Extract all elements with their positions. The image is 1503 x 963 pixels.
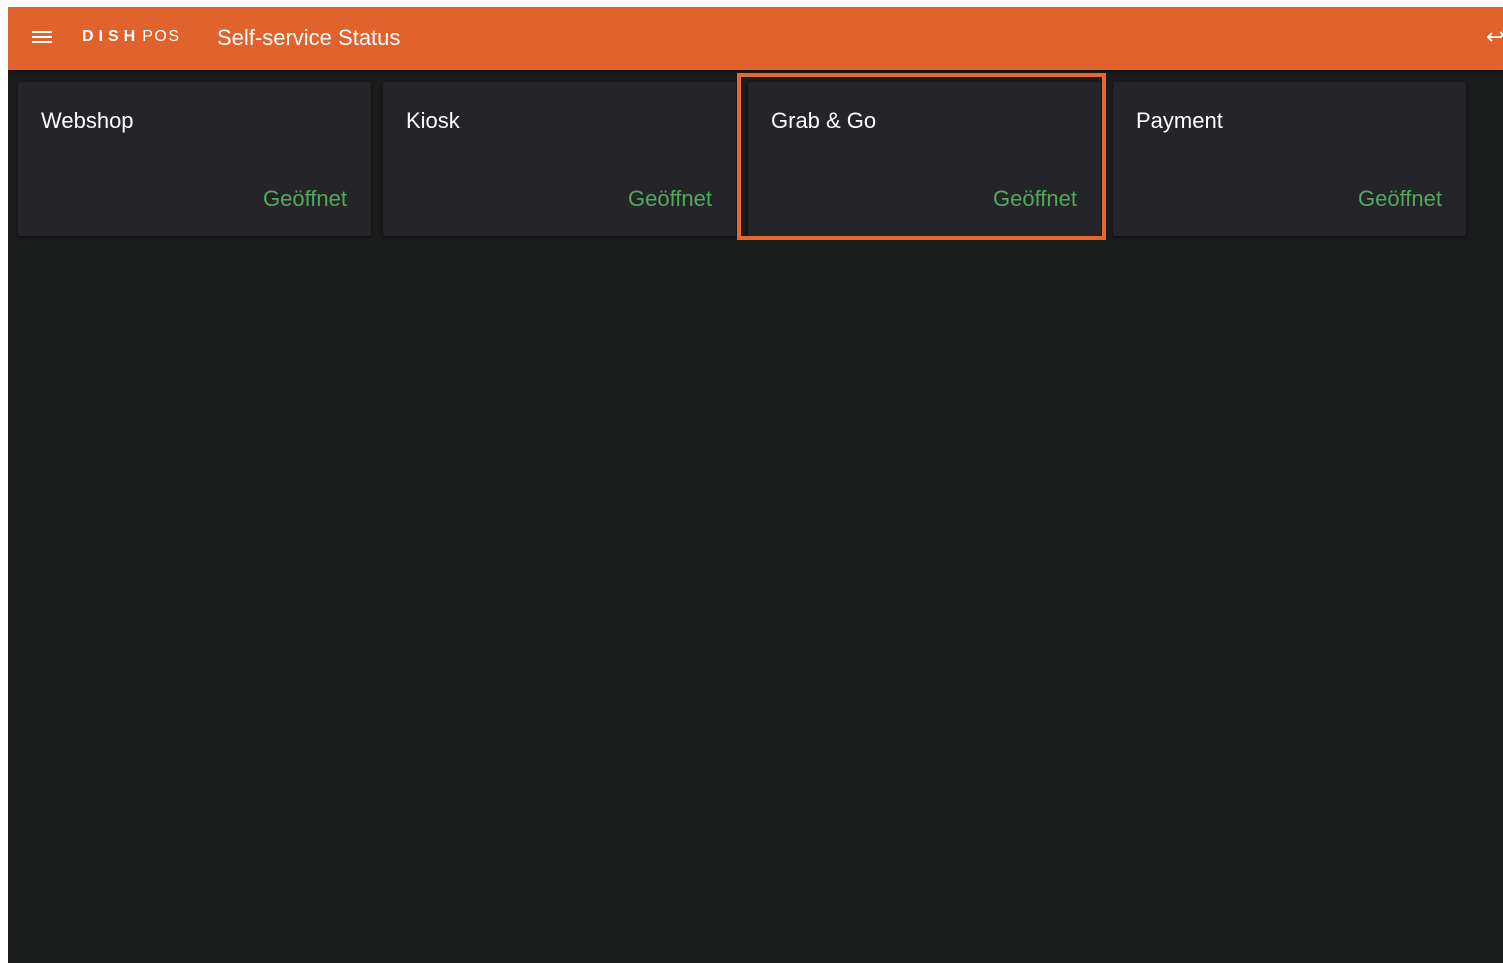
- card-title: Grab & Go: [771, 108, 877, 133]
- status-badge: Geöffnet: [993, 186, 1077, 211]
- status-card-webshop[interactable]: Webshop Geöffnet: [18, 82, 371, 236]
- status-card-grab-and-go[interactable]: Grab & Go Geöffnet: [748, 82, 1101, 236]
- status-badge: Geöffnet: [1358, 186, 1442, 211]
- app-window: DISH POS Self-service Status ↩ Webshop G…: [8, 7, 1503, 963]
- status-card-payment[interactable]: Payment Geöffnet: [1113, 82, 1466, 236]
- logo-pos-text: POS: [142, 28, 181, 45]
- card-title: Payment: [1136, 108, 1223, 133]
- card-title: Webshop: [41, 108, 134, 133]
- card-title: Kiosk: [406, 108, 460, 133]
- hamburger-menu-icon[interactable]: [32, 28, 54, 46]
- status-card-kiosk[interactable]: Kiosk Geöffnet: [383, 82, 736, 236]
- page-title: Self-service Status: [217, 25, 401, 50]
- status-badge: Geöffnet: [628, 186, 712, 211]
- logo-dish-text: DISH: [82, 28, 141, 45]
- logout-arrow-icon[interactable]: ↩: [1486, 23, 1503, 51]
- top-app-bar: DISH POS Self-service Status ↩: [8, 7, 1503, 70]
- dish-pos-logo: DISH POS: [82, 26, 181, 48]
- status-badge: Geöffnet: [263, 186, 347, 211]
